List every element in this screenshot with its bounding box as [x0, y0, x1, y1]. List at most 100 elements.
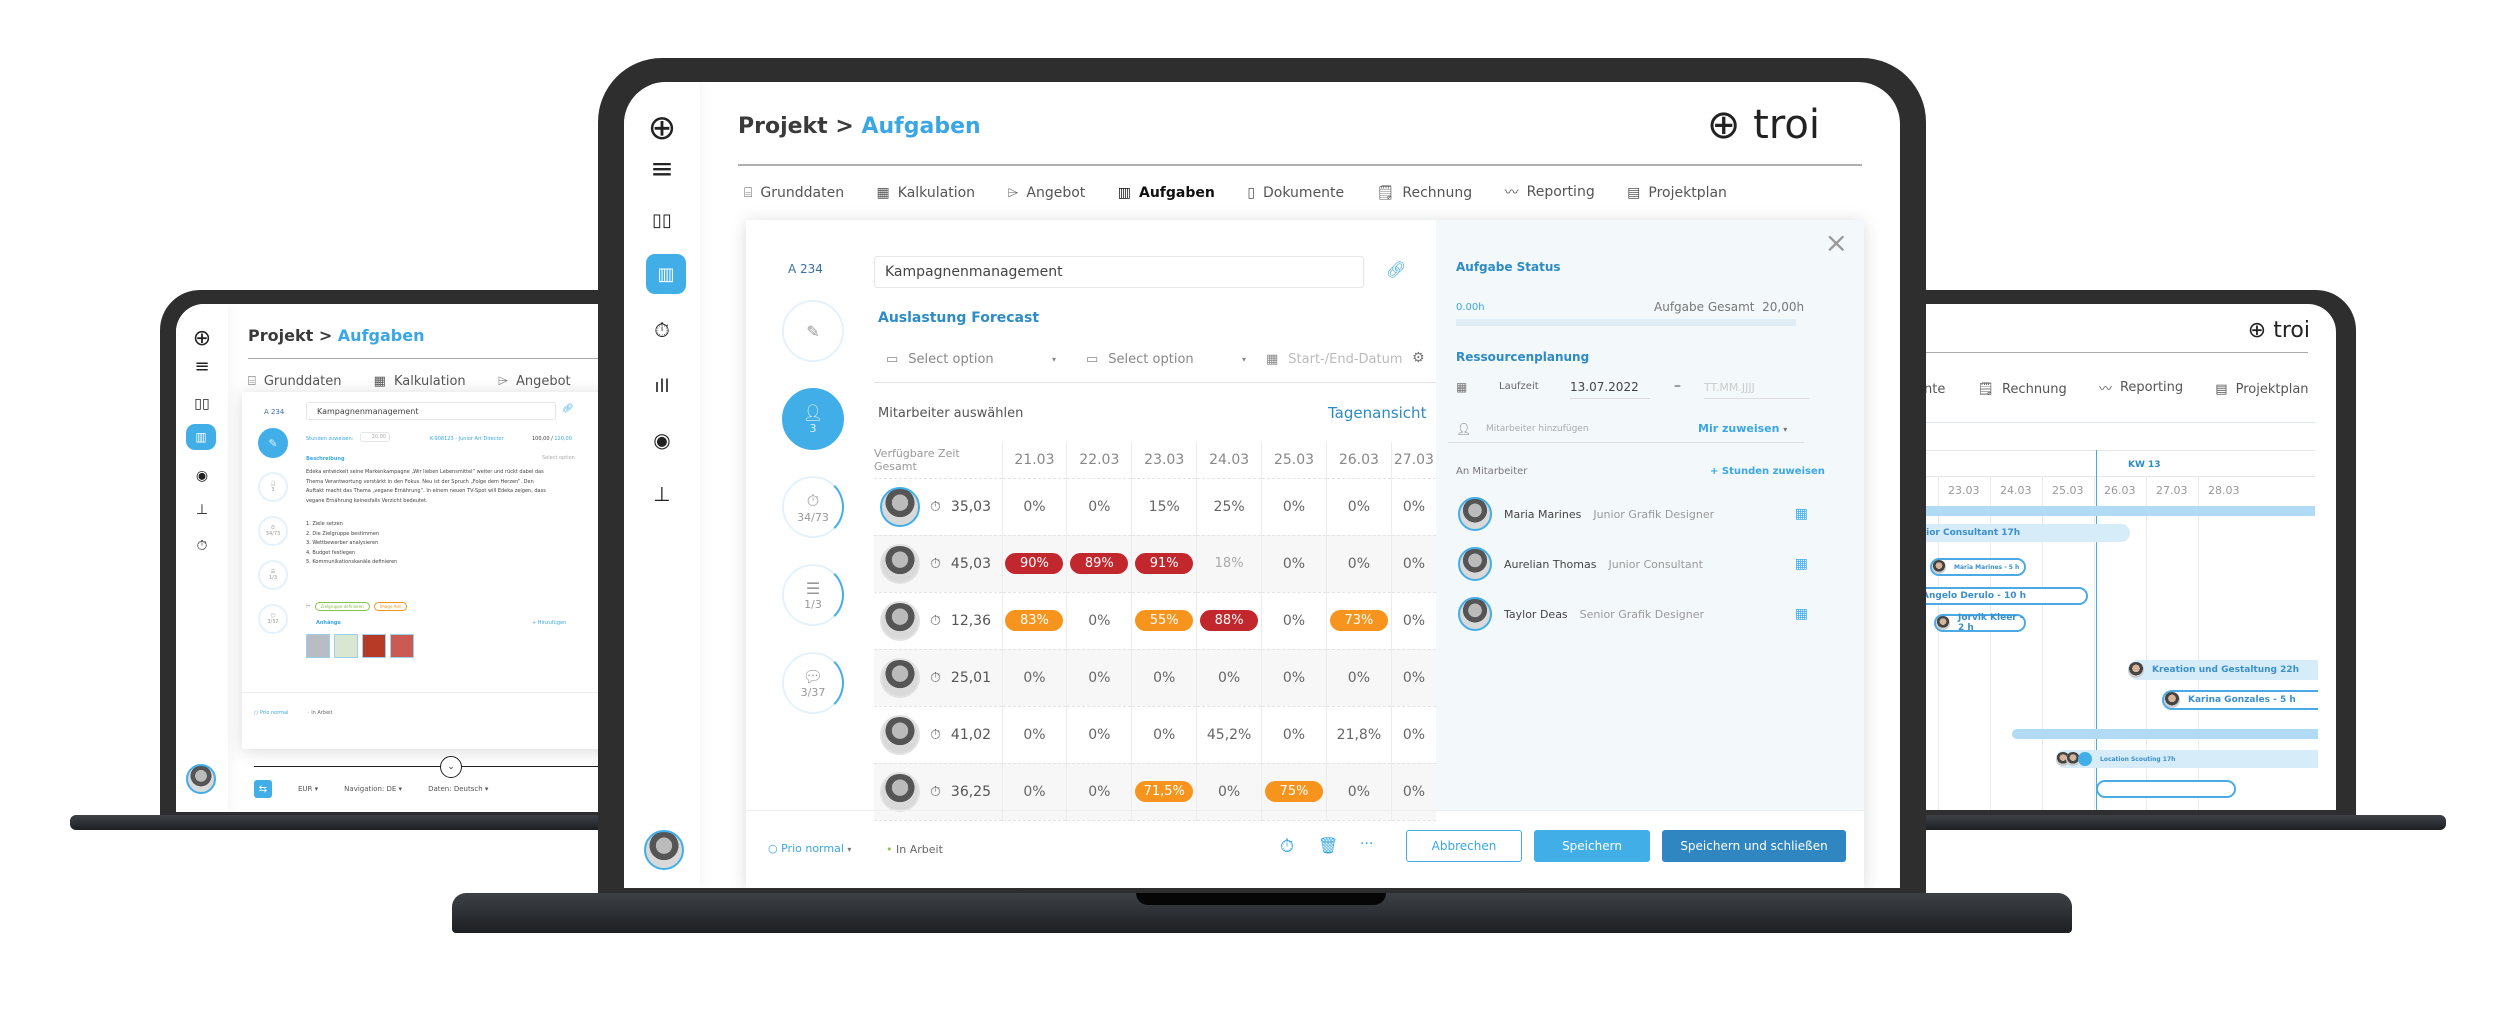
table-row[interactable]: ⏱ 45,03 90% 89% 91% 18% 0% 0% 0%: [874, 535, 1436, 593]
nav-circle-user[interactable]: 👤︎ 3: [782, 388, 844, 450]
priority-select[interactable]: ○ Prio normal: [254, 710, 289, 716]
utilization-cell[interactable]: 0%: [1196, 649, 1262, 707]
nav-circle-pencil[interactable]: ✎: [782, 300, 844, 362]
utilization-cell[interactable]: 0%: [1325, 649, 1392, 707]
utilization-cell[interactable]: 0%: [1390, 763, 1436, 821]
user-clock-icon[interactable]: ◉: [190, 464, 214, 488]
calendar-icon[interactable]: ▦: [1795, 506, 1808, 522]
filter-select-2[interactable]: ▭ Select option ▾: [1086, 352, 1246, 367]
table-row[interactable]: ⏱ 12,36 83% 0% 55% 88% 0% 73% 0%: [874, 592, 1436, 650]
utilization-cell[interactable]: 0%: [1325, 763, 1392, 821]
tab-projektplan[interactable]: ▤ Projektplan: [1627, 185, 1727, 201]
gantt-bar[interactable]: Jorvik Kleer - 2 h: [1934, 613, 2026, 633]
dashboard-icon[interactable]: ▯▯: [190, 392, 214, 416]
bar-chart-icon[interactable]: ıll: [644, 368, 680, 404]
utilization-cell[interactable]: 0%: [1390, 649, 1436, 707]
save-close-button[interactable]: Speichern und schließen: [1662, 830, 1846, 862]
nav-circle-comments[interactable]: 💬︎ 3/37: [258, 604, 288, 634]
add-staff-input[interactable]: Mitarbeiter hinzufügen: [1486, 424, 1589, 434]
timer-button[interactable]: ⏱: [1280, 836, 1294, 857]
tasks-icon[interactable]: ▥: [186, 424, 216, 450]
utilization-cell[interactable]: 0%: [1001, 763, 1067, 821]
role-select[interactable]: K-908123 - Junior Art Director: [430, 436, 504, 442]
tag-chip[interactable]: Zielgruppe definieren: [314, 602, 370, 611]
menu-icon[interactable]: ≡: [644, 150, 680, 186]
logo-icon[interactable]: ⊕: [190, 326, 214, 351]
nav-circle-edit[interactable]: ✎: [258, 428, 288, 458]
save-button[interactable]: Speichern: [1534, 830, 1650, 862]
tasks-icon[interactable]: ▥: [646, 254, 686, 294]
nav-circle-comment[interactable]: 💬︎ 3/37: [782, 652, 844, 714]
stamp-icon[interactable]: ⊥: [190, 498, 214, 522]
utilization-cell[interactable]: 0%: [1001, 478, 1067, 536]
view-toggle[interactable]: Tagenansicht: [1328, 404, 1426, 422]
filter-select-1[interactable]: ▭ Select option ▾: [886, 352, 1056, 367]
utilization-cell[interactable]: 25%: [1196, 478, 1262, 536]
tab-grunddaten[interactable]: ⌸ Grunddaten: [248, 374, 342, 389]
task-title-input[interactable]: Kampagnenmanagement: [874, 256, 1364, 288]
start-date-input[interactable]: 13.07.2022: [1570, 380, 1650, 399]
settings-icon[interactable]: ⚙: [1412, 350, 1425, 366]
utilization-cell[interactable]: 0%: [1066, 478, 1132, 536]
avatar[interactable]: [880, 771, 920, 812]
gantt-bar[interactable]: [2096, 780, 2236, 798]
avatar[interactable]: [880, 714, 920, 755]
user-avatar[interactable]: [186, 764, 216, 794]
menu-icon[interactable]: ≡: [190, 354, 214, 378]
tag-chip[interactable]: Image Ads: [373, 602, 407, 611]
table-row[interactable]: ⏱ 35,03 0% 0% 15% 25% 0% 0% 0%: [874, 478, 1436, 536]
gantt-bar[interactable]: Junior Consultant 17h: [1900, 524, 2130, 542]
attachment-thumb[interactable]: [334, 634, 358, 658]
attachment-thumb[interactable]: [306, 634, 330, 658]
tab-rechnung[interactable]: 🗒︎ Rechnung: [1977, 382, 2066, 397]
utilization-cell[interactable]: 83%: [1001, 592, 1067, 650]
avatar[interactable]: [880, 543, 920, 584]
hours-input[interactable]: 20,00: [360, 432, 390, 442]
utilization-cell[interactable]: 55%: [1131, 592, 1197, 650]
utilization-cell[interactable]: 71,5%: [1131, 763, 1197, 821]
utilization-cell[interactable]: 0%: [1325, 535, 1392, 593]
utilization-cell[interactable]: 0%: [1390, 592, 1436, 650]
utilization-cell[interactable]: 75%: [1261, 763, 1327, 821]
attachment-thumb[interactable]: [390, 634, 414, 658]
nav-circle-checklist[interactable]: ☰ 1/3: [782, 564, 844, 626]
task-title-input[interactable]: Kampagnenmanagement: [306, 402, 556, 420]
utilization-cell[interactable]: 0%: [1066, 706, 1132, 764]
gantt-bar[interactable]: Angelo Derulo - 10 h: [1900, 587, 2088, 605]
breadcrumb-parent[interactable]: Projekt: [738, 114, 828, 139]
priority-select[interactable]: ○ Prio normal ▾: [768, 842, 851, 855]
utilization-cell[interactable]: 0%: [1261, 649, 1327, 707]
tab-aufgaben[interactable]: ▥ Aufgaben: [1118, 185, 1215, 201]
gantt-phase-bar[interactable]: [2012, 729, 2318, 739]
utilization-cell[interactable]: 0%: [1325, 478, 1392, 536]
attachment-thumb[interactable]: [362, 634, 386, 658]
data-lang-select[interactable]: Daten: Deutsch ▾: [428, 785, 488, 793]
tab-angebot[interactable]: ⌲ Angebot: [498, 374, 571, 389]
link-icon[interactable]: 🔗︎: [1386, 260, 1406, 279]
cancel-button[interactable]: Abbrechen: [1406, 830, 1522, 862]
utilization-cell[interactable]: 0%: [1261, 478, 1327, 536]
add-attachment[interactable]: + Hinzufügen: [532, 620, 566, 626]
user-avatar[interactable]: [644, 830, 684, 870]
gantt-bar[interactable]: Location Scouting 17h: [2056, 750, 2318, 768]
utilization-cell[interactable]: 18%: [1196, 535, 1262, 593]
avatar[interactable]: [880, 657, 920, 698]
table-row[interactable]: ⏱ 36,25 0% 0% 71,5% 0% 75% 0% 0%: [874, 763, 1436, 821]
avatar[interactable]: [880, 486, 920, 527]
currency-select[interactable]: EUR ▾: [298, 785, 318, 793]
nav-circle-timer[interactable]: ⏱ 34/73: [782, 476, 844, 538]
tab-reporting[interactable]: 〰 Reporting: [2099, 378, 2183, 397]
utilization-cell[interactable]: 0%: [1001, 706, 1067, 764]
gantt-bar[interactable]: Maria Marines - 5 h: [1930, 558, 2026, 576]
utilization-cell[interactable]: 89%: [1066, 535, 1132, 593]
utilization-cell[interactable]: 88%: [1196, 592, 1262, 650]
collapse-toggle[interactable]: ⌄: [440, 756, 462, 778]
tab-dokumente[interactable]: ▯ Dokumente: [1247, 185, 1344, 201]
utilization-cell[interactable]: 0%: [1261, 706, 1327, 764]
dashboard-icon[interactable]: ▯▯: [644, 202, 680, 238]
date-range-input[interactable]: ▦ Start-/End-Datum: [1266, 352, 1403, 367]
utilization-cell[interactable]: 90%: [1001, 535, 1067, 593]
navigation-lang-select[interactable]: Navigation: DE ▾: [344, 785, 402, 793]
utilization-cell[interactable]: 0%: [1066, 592, 1132, 650]
nav-circle-users[interactable]: 👤︎ 3: [258, 472, 288, 502]
